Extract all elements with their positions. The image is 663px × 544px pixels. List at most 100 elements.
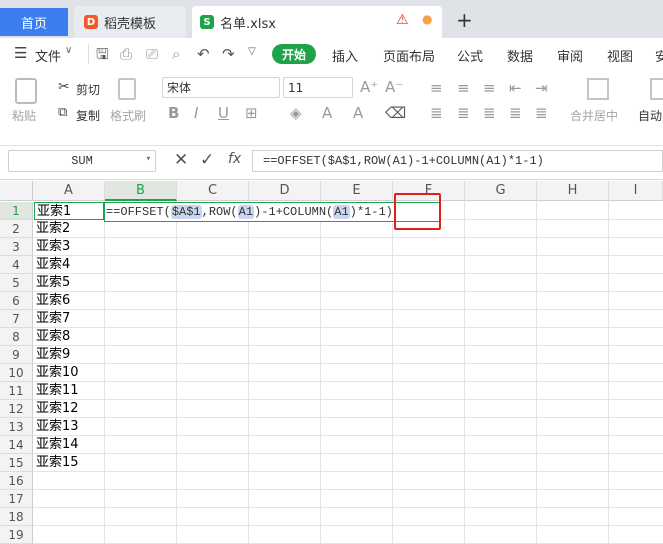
column-header-e[interactable]: E xyxy=(321,181,393,201)
font-size-select[interactable]: 11 xyxy=(283,77,353,98)
italic-icon[interactable]: I xyxy=(194,105,198,121)
tab-home[interactable]: 首页 xyxy=(0,8,68,36)
format-painter-icon[interactable] xyxy=(118,78,136,100)
cell-a8[interactable]: 亚索8 xyxy=(34,328,104,346)
text-color-icon[interactable]: A xyxy=(353,105,363,121)
row-header-14[interactable]: 14 xyxy=(0,436,33,454)
row-header-4[interactable]: 4 xyxy=(0,256,33,274)
column-header-a[interactable]: A xyxy=(33,181,105,201)
increase-font-icon[interactable]: A⁺ xyxy=(360,79,378,95)
cell-a13[interactable]: 亚索13 xyxy=(34,418,104,436)
column-header-b[interactable]: B xyxy=(105,181,177,201)
copy-icon[interactable]: ⧉ xyxy=(58,105,67,120)
cancel-icon[interactable]: ✕ xyxy=(174,150,188,170)
row-header-19[interactable]: 19 xyxy=(0,526,33,544)
row-header-15[interactable]: 15 xyxy=(0,454,33,472)
confirm-icon[interactable]: ✓ xyxy=(200,150,214,170)
font-color-icon[interactable]: A xyxy=(322,105,332,121)
hamburger-icon[interactable]: ☰ xyxy=(14,44,27,62)
insert-function-button[interactable]: fx xyxy=(228,151,241,167)
column-header-i[interactable]: I xyxy=(609,181,663,201)
new-tab-button[interactable]: + xyxy=(456,8,473,32)
cell-a2[interactable]: 亚索2 xyxy=(34,220,104,238)
warning-icon[interactable]: ⚠ xyxy=(396,12,409,28)
row-header-11[interactable]: 11 xyxy=(0,382,33,400)
bold-icon[interactable]: B xyxy=(168,105,179,121)
decrease-font-icon[interactable]: A⁻ xyxy=(385,79,403,95)
column-header-g[interactable]: G xyxy=(465,181,537,201)
font-name-select[interactable]: 宋体 xyxy=(162,77,280,98)
cell-a4[interactable]: 亚索4 xyxy=(34,256,104,274)
name-box-dropdown-icon[interactable]: ▾ xyxy=(146,154,151,164)
print-icon[interactable]: ⎚ xyxy=(146,46,158,62)
auto-wrap-button[interactable]: 自动 xyxy=(638,107,662,124)
distributed-icon[interactable]: ≣ xyxy=(535,105,548,121)
menu-view[interactable]: 视图 xyxy=(607,46,633,65)
quick-access-more-icon[interactable]: ▽ xyxy=(248,46,256,57)
cell-a6[interactable]: 亚索6 xyxy=(34,292,104,310)
formula-input[interactable]: ==OFFSET($A$1,ROW(A1)-1+COLUMN(A1)*1-1) xyxy=(252,150,663,172)
column-header-c[interactable]: C xyxy=(177,181,249,201)
menu-page-layout[interactable]: 页面布局 xyxy=(383,46,435,65)
indent-increase-icon[interactable]: ⇥ xyxy=(535,80,548,96)
row-header-13[interactable]: 13 xyxy=(0,418,33,436)
paste-label[interactable]: 粘贴 xyxy=(12,107,36,124)
cell-a14[interactable]: 亚索14 xyxy=(34,436,104,454)
select-all-corner[interactable] xyxy=(0,181,33,201)
cell-a1[interactable]: 亚索1 xyxy=(34,202,104,220)
cell-a12[interactable]: 亚索12 xyxy=(34,400,104,418)
row-header-1[interactable]: 1 xyxy=(0,202,33,220)
cell-a11[interactable]: 亚索11 xyxy=(34,382,104,400)
format-painter-label[interactable]: 格式刷 xyxy=(110,107,146,124)
align-bottom-icon[interactable]: ≡ xyxy=(483,80,496,96)
cell-a7[interactable]: 亚索7 xyxy=(34,310,104,328)
row-header-10[interactable]: 10 xyxy=(0,364,33,382)
eraser-icon[interactable]: ⌫ xyxy=(385,105,406,121)
cell-a5[interactable]: 亚索5 xyxy=(34,274,104,292)
tab-daoke-templates[interactable]: D 稻壳模板 xyxy=(74,6,186,38)
row-header-17[interactable]: 17 xyxy=(0,490,33,508)
menu-formula[interactable]: 公式 xyxy=(457,46,483,65)
menu-data[interactable]: 数据 xyxy=(507,46,533,65)
chevron-down-icon[interactable]: ∨ xyxy=(65,45,72,56)
scissors-icon[interactable]: ✂ xyxy=(58,79,70,95)
merge-center-button[interactable]: 合并居中 xyxy=(570,107,618,124)
cut-button[interactable]: 剪切 xyxy=(76,81,100,98)
print-preview-icon[interactable]: ⌕ xyxy=(172,46,180,62)
menu-start[interactable]: 开始 xyxy=(272,44,316,64)
row-header-18[interactable]: 18 xyxy=(0,508,33,526)
auto-wrap-icon[interactable] xyxy=(650,78,663,100)
cell-a9[interactable]: 亚索9 xyxy=(34,346,104,364)
undo-icon[interactable]: ↶ xyxy=(197,46,210,62)
align-top-icon[interactable]: ≡ xyxy=(430,80,443,96)
redo-icon[interactable]: ↷ xyxy=(222,46,235,62)
column-header-h[interactable]: H xyxy=(537,181,609,201)
cell-a10[interactable]: 亚索10 xyxy=(34,364,104,382)
export-icon[interactable]: ⎙ xyxy=(120,46,132,62)
row-header-9[interactable]: 9 xyxy=(0,346,33,364)
indent-decrease-icon[interactable]: ⇤ xyxy=(509,80,522,96)
tab-file-mingdan[interactable]: S 名单.xlsx ⚠ ● xyxy=(192,6,442,38)
cell-a15[interactable]: 亚索15 xyxy=(34,454,104,472)
row-header-8[interactable]: 8 xyxy=(0,328,33,346)
menu-insert[interactable]: 插入 xyxy=(332,46,358,65)
row-header-16[interactable]: 16 xyxy=(0,472,33,490)
align-center-icon[interactable]: ≣ xyxy=(457,105,470,121)
cell-a3[interactable]: 亚索3 xyxy=(34,238,104,256)
row-header-12[interactable]: 12 xyxy=(0,400,33,418)
justify-icon[interactable]: ≣ xyxy=(509,105,522,121)
paste-icon[interactable] xyxy=(15,78,37,104)
align-left-icon[interactable]: ≣ xyxy=(430,105,443,121)
border-icon[interactable]: ⊞ xyxy=(245,105,258,121)
cell-b1-editor[interactable]: ==OFFSET($A$1,ROW(A1)-1+COLUMN(A1)*1-1) xyxy=(104,202,440,222)
row-header-2[interactable]: 2 xyxy=(0,220,33,238)
name-box[interactable]: SUM ▾ xyxy=(8,150,156,172)
row-header-3[interactable]: 3 xyxy=(0,238,33,256)
menu-security[interactable]: 安 xyxy=(655,46,663,65)
row-header-6[interactable]: 6 xyxy=(0,292,33,310)
row-header-5[interactable]: 5 xyxy=(0,274,33,292)
menu-file[interactable]: 文件 xyxy=(35,46,61,65)
align-right-icon[interactable]: ≣ xyxy=(483,105,496,121)
save-icon[interactable]: 🖫 xyxy=(96,46,109,62)
column-header-d[interactable]: D xyxy=(249,181,321,201)
